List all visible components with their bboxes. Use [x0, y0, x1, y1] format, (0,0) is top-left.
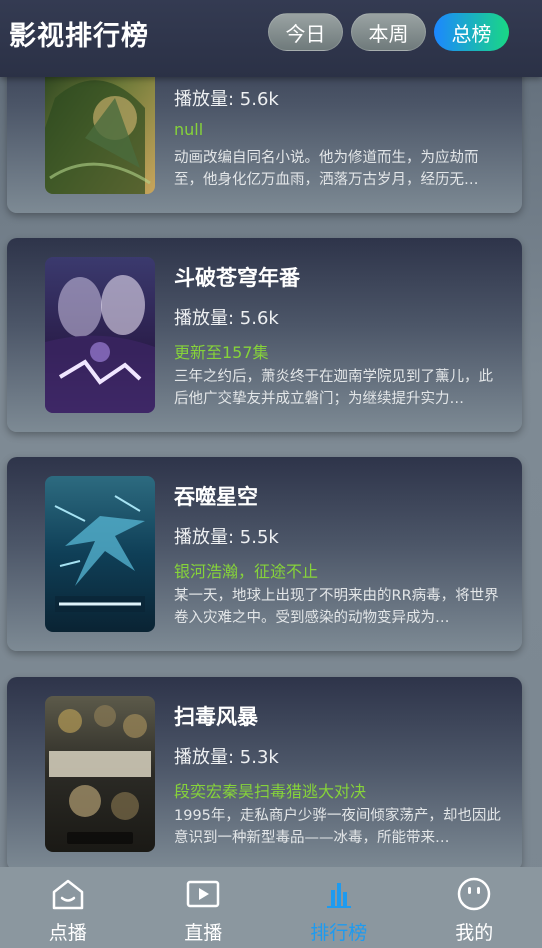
video-title: 扫毒风暴	[174, 705, 258, 729]
nav-label: 我的	[455, 922, 494, 944]
ranking-card[interactable]: 吞噬星空 播放量: 5.5k 银河浩瀚，征途不止 某一天，地球上出现了不明来由的…	[7, 457, 522, 651]
tab-week[interactable]: 本周	[351, 13, 426, 51]
video-description: 三年之约后，萧炎终于在迦南学院见到了薰儿，此后他广交挚友并成立磐门；为继续提升实…	[174, 369, 493, 407]
bar-chart-icon	[321, 876, 357, 912]
poster-image[interactable]	[45, 257, 155, 413]
update-status: 银河浩瀚，征途不止	[174, 562, 319, 581]
video-title: 斗破苍穹年番	[174, 266, 300, 290]
ranking-tabs: 今日 本周 总榜	[268, 13, 509, 51]
play-count: 播放量: 5.5k	[174, 527, 279, 548]
nav-item-live[interactable]: 直播	[136, 867, 272, 948]
ranking-list[interactable]: 播放量: 5.6k null 动画改编自同名小说。他为修道而生，为应劫而至，他身…	[0, 0, 542, 948]
ranking-card[interactable]: 扫毒风暴 播放量: 5.3k 段奕宏秦昊扫毒猎逃大对决 1995年，走私商户少骅…	[7, 677, 522, 871]
video-description: 动画改编自同名小说。他为修道而生，为应劫而至，他身化亿万血雨，洒落万古岁月，经历…	[174, 150, 479, 188]
nav-item-vod[interactable]: 点播	[0, 867, 136, 948]
ranking-card[interactable]: 斗破苍穹年番 播放量: 5.6k 更新至157集 三年之约后，萧炎终于在迦南学院…	[7, 238, 522, 432]
update-status: null	[174, 120, 204, 139]
top-header: 影视排行榜 今日 本周 总榜	[0, 0, 542, 77]
play-icon	[185, 876, 221, 912]
video-title: 吞噬星空	[174, 485, 258, 509]
nav-label: 点播	[48, 922, 87, 944]
tab-all-time[interactable]: 总榜	[434, 13, 509, 51]
home-icon	[50, 876, 86, 912]
poster-image[interactable]	[45, 476, 155, 632]
play-count: 播放量: 5.6k	[174, 308, 279, 329]
nav-label: 排行榜	[310, 922, 368, 944]
poster-image[interactable]	[45, 696, 155, 852]
play-count: 播放量: 5.3k	[174, 747, 279, 768]
nav-item-mine[interactable]: 我的	[407, 867, 542, 948]
nav-item-ranking[interactable]: 排行榜	[271, 867, 407, 948]
nav-label: 直播	[184, 922, 223, 944]
update-status: 更新至157集	[174, 343, 269, 362]
video-description: 1995年，走私商户少骅一夜间倾家荡产，却也因此意识到一种新型毒品——冰毒，所能…	[174, 808, 501, 846]
video-description: 某一天，地球上出现了不明来由的RR病毒，将世界卷入灾难之中。受到感染的动物变异成…	[174, 588, 499, 626]
play-count: 播放量: 5.6k	[174, 89, 279, 110]
smile-icon	[456, 876, 492, 912]
bottom-navigation: 点播 直播 排行榜 我的	[0, 867, 542, 948]
update-status: 段奕宏秦昊扫毒猎逃大对决	[174, 782, 367, 801]
app-title: 影视排行榜	[9, 21, 149, 52]
tab-today[interactable]: 今日	[268, 13, 343, 51]
